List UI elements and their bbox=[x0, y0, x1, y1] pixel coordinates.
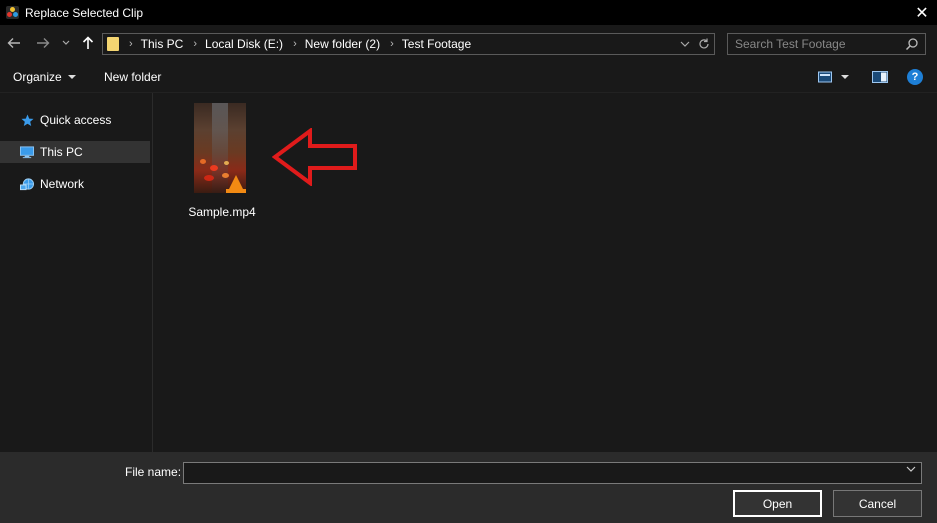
preview-pane-button[interactable] bbox=[872, 71, 888, 83]
chevron-down-icon[interactable] bbox=[906, 466, 916, 473]
address-bar[interactable]: › This PC › Local Disk (E:) › New folder… bbox=[102, 33, 715, 55]
recent-locations-button[interactable] bbox=[60, 34, 72, 52]
command-toolbar: Organize New folder ? bbox=[0, 62, 937, 93]
arrow-left-icon bbox=[7, 38, 20, 48]
davinci-resolve-icon bbox=[6, 6, 19, 19]
folder-icon bbox=[107, 37, 119, 51]
refresh-icon[interactable] bbox=[698, 36, 710, 52]
breadcrumb-this-pc[interactable]: This PC bbox=[141, 37, 184, 51]
view-icon bbox=[818, 71, 832, 83]
chevron-right-icon: › bbox=[390, 38, 394, 50]
new-folder-label: New folder bbox=[104, 70, 162, 84]
sidebar-item-quick-access[interactable]: Quick access bbox=[0, 109, 150, 131]
organize-button[interactable]: Organize bbox=[13, 70, 76, 84]
search-icon[interactable] bbox=[905, 37, 919, 51]
star-icon bbox=[20, 114, 34, 126]
caret-down-icon bbox=[67, 75, 76, 79]
title-bar: Replace Selected Clip ✕ bbox=[0, 0, 937, 25]
file-item[interactable]: Sample.mp4 bbox=[186, 101, 258, 219]
navigation-bar: › This PC › Local Disk (E:) › New folder… bbox=[0, 25, 937, 62]
sidebar-item-label: Network bbox=[40, 177, 85, 191]
chevron-down-icon bbox=[62, 40, 70, 45]
caret-down-icon bbox=[841, 75, 849, 79]
search-input[interactable]: Search Test Footage bbox=[735, 37, 846, 51]
chevron-right-icon: › bbox=[129, 38, 133, 50]
file-name-field[interactable] bbox=[183, 462, 922, 484]
close-button[interactable]: ✕ bbox=[907, 0, 937, 25]
sidebar-item-network[interactable]: Network bbox=[0, 173, 150, 195]
vlc-cone-base bbox=[226, 189, 246, 193]
red-arrow-left-annotation bbox=[272, 128, 357, 186]
file-name-label: Sample.mp4 bbox=[188, 205, 256, 219]
sidebar-item-this-pc[interactable]: This PC bbox=[0, 141, 150, 163]
sidebar-item-label: This PC bbox=[40, 145, 83, 159]
organize-label: Organize bbox=[13, 70, 62, 84]
breadcrumb-test-footage[interactable]: Test Footage bbox=[402, 37, 471, 51]
cancel-button[interactable]: Cancel bbox=[833, 490, 922, 517]
network-icon bbox=[20, 177, 34, 190]
forward-button[interactable] bbox=[34, 34, 52, 52]
chevron-right-icon: › bbox=[293, 38, 297, 50]
change-view-button[interactable] bbox=[818, 71, 849, 83]
breadcrumb-local-disk[interactable]: Local Disk (E:) bbox=[205, 37, 283, 51]
open-button[interactable]: Open bbox=[733, 490, 822, 517]
file-dialog-footer: File name: Open Cancel bbox=[0, 452, 937, 523]
up-button[interactable] bbox=[79, 34, 97, 52]
search-box[interactable]: Search Test Footage bbox=[727, 33, 926, 55]
chevron-right-icon: › bbox=[193, 38, 198, 50]
sidebar-item-label: Quick access bbox=[40, 113, 112, 127]
navigation-pane: Quick access This PC Network bbox=[0, 93, 153, 452]
preview-pane-icon bbox=[872, 71, 888, 83]
breadcrumb-new-folder-2[interactable]: New folder (2) bbox=[305, 37, 380, 51]
file-name-field-label: File name: bbox=[125, 465, 182, 479]
address-dropdown-icon[interactable] bbox=[680, 36, 690, 52]
computer-icon bbox=[20, 145, 34, 158]
help-icon[interactable]: ? bbox=[907, 69, 923, 85]
close-icon: ✕ bbox=[915, 4, 929, 22]
arrow-right-icon bbox=[37, 38, 50, 48]
arrow-up-icon bbox=[82, 36, 94, 49]
back-button[interactable] bbox=[5, 34, 23, 52]
window-title: Replace Selected Clip bbox=[25, 5, 144, 20]
new-folder-button[interactable]: New folder bbox=[104, 70, 161, 84]
